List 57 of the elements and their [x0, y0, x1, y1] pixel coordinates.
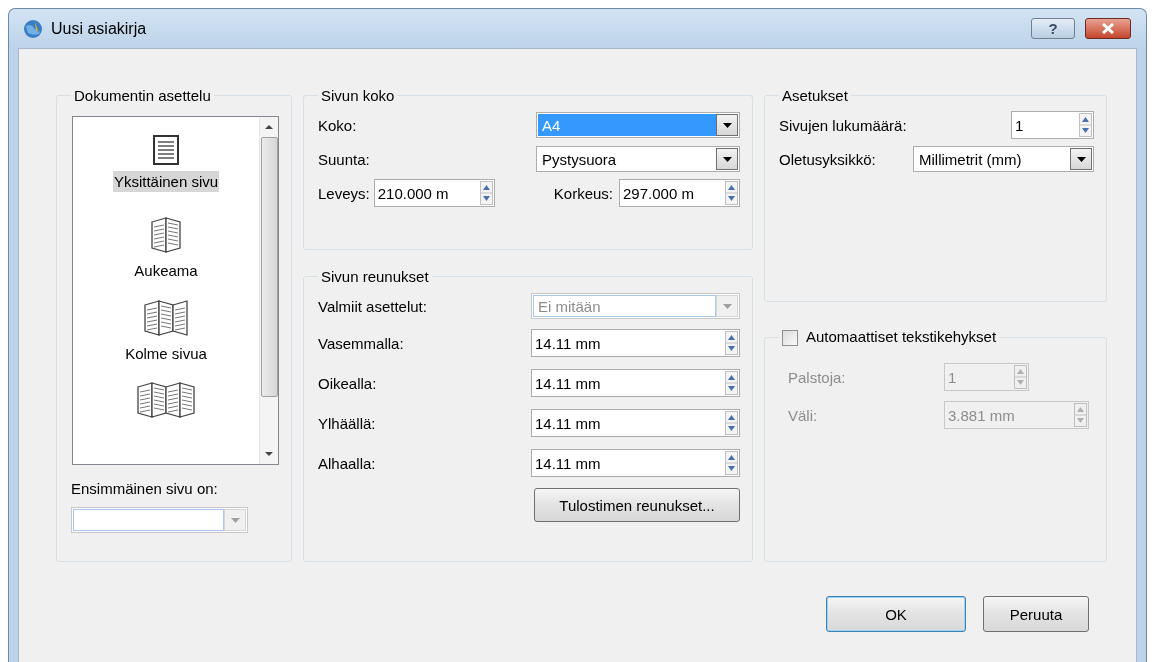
- caret-icon: [722, 122, 732, 128]
- field-label: Koko:: [318, 116, 357, 134]
- scrollbar[interactable]: [259, 117, 278, 464]
- number-field[interactable]: 14.11 mm: [531, 449, 740, 477]
- field-label: Väli:: [787, 406, 819, 424]
- help-button[interactable]: ?: [1031, 18, 1075, 39]
- field-label: Sivujen lukumäärä:: [779, 116, 907, 134]
- printer-margins-button[interactable]: Tulostimen reunukset...: [534, 488, 740, 522]
- folded-pages-icon: [144, 299, 188, 337]
- field-label: Palstoja:: [787, 368, 847, 386]
- dialog-button[interactable]: Peruuta: [983, 596, 1089, 632]
- checkbox[interactable]: [782, 330, 798, 347]
- layout-option[interactable]: Aukeama: [133, 260, 199, 282]
- folded-pages-icon: [151, 217, 181, 255]
- spinner-icon[interactable]: [479, 181, 493, 205]
- field-label: Korkeus:: [553, 184, 613, 202]
- caret-icon: [230, 517, 240, 523]
- field-label: Ylhäällä:: [318, 414, 376, 432]
- caret-icon: [722, 156, 732, 162]
- checkbox-label[interactable]: Automaattiset tekstikehykset: [806, 328, 997, 345]
- spinner-icon[interactable]: [1079, 113, 1092, 137]
- layout-option[interactable]: Kolme sivua: [124, 342, 208, 364]
- number-field[interactable]: 14.11 mm: [531, 369, 740, 397]
- globe-icon: [23, 18, 43, 39]
- field-label: Suunta:: [318, 150, 370, 168]
- spinner-icon[interactable]: [725, 331, 738, 355]
- close-button[interactable]: [1085, 18, 1131, 39]
- spinner-icon[interactable]: [725, 371, 738, 395]
- dialog-button[interactable]: OK: [826, 596, 966, 632]
- field-label: Oikealla:: [318, 374, 377, 392]
- spinner-icon[interactable]: [725, 181, 738, 205]
- number-field[interactable]: 14.11 mm: [531, 409, 740, 437]
- folded-pages-icon: [137, 381, 195, 419]
- number-field[interactable]: 297.000 m: [619, 179, 740, 207]
- group-title: Dokumentin asettelu: [73, 87, 212, 104]
- window-title: Uusi asiakirja: [51, 19, 148, 38]
- spinner-icon[interactable]: [725, 411, 738, 435]
- number-field[interactable]: 1: [1011, 111, 1094, 139]
- field-label: Leveys:: [318, 184, 370, 202]
- dropdown[interactable]: Millimetrit (mm): [913, 146, 1094, 172]
- page-icon: [153, 135, 179, 165]
- group-title: Sivun reunukset: [320, 268, 430, 285]
- group-title: Asetukset: [781, 87, 849, 104]
- layout-option[interactable]: Yksittäinen sivu: [112, 171, 220, 192]
- field-label: Vasemmalla:: [318, 334, 404, 352]
- field-label: Alhaalla:: [318, 454, 376, 472]
- group-title: Sivun koko: [320, 87, 396, 104]
- caret-icon: [722, 303, 732, 309]
- spinner-icon[interactable]: [725, 451, 738, 475]
- field-label: Valmiit asettelut:: [318, 297, 427, 315]
- dropdown[interactable]: Pystysuora: [536, 146, 740, 172]
- field-label: Ensimmäinen sivu on:: [71, 480, 219, 497]
- field-label: Oletusyksikkö:: [779, 150, 876, 168]
- number-field[interactable]: 210.000 m: [373, 179, 495, 207]
- caret-icon: [1076, 156, 1086, 162]
- number-field[interactable]: 14.11 mm: [531, 329, 740, 357]
- close-icon: [1101, 23, 1115, 34]
